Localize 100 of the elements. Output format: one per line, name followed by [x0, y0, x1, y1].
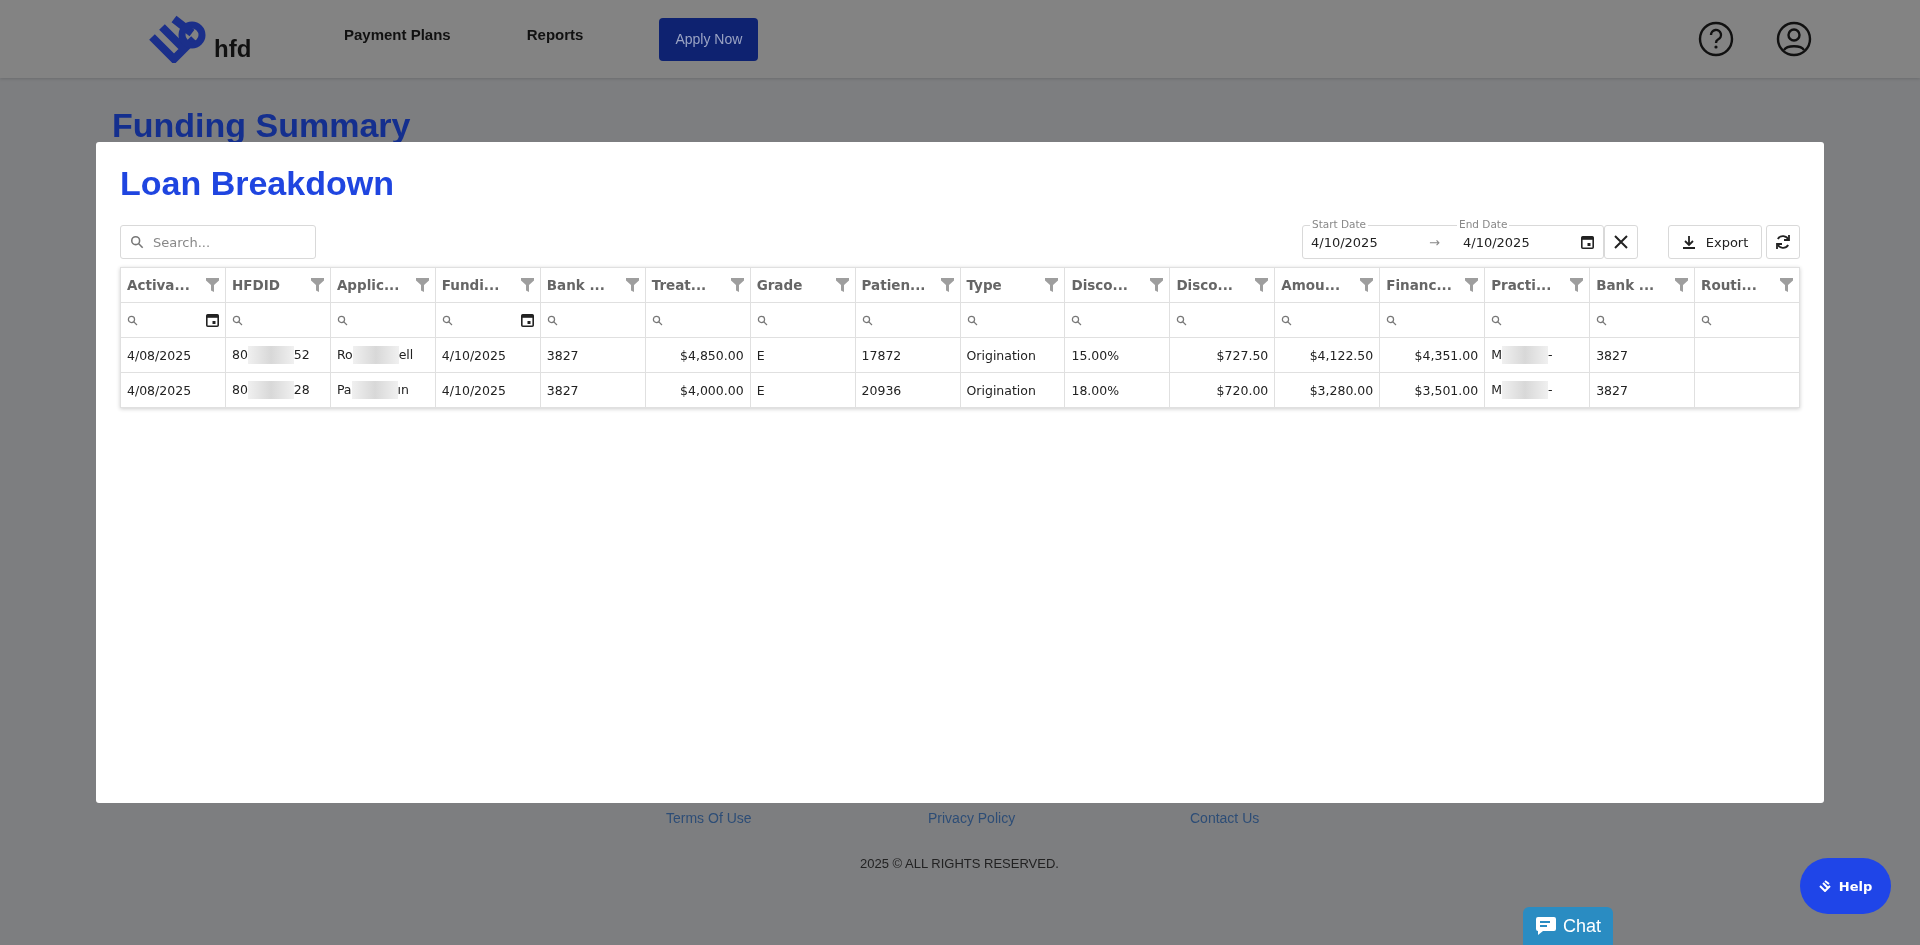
calendar-icon[interactable] [1581, 235, 1594, 249]
filter-cell[interactable] [225, 302, 331, 338]
column-header[interactable]: Amou... [1274, 267, 1380, 303]
table-cell: 4/08/2025 [120, 337, 226, 373]
column-header[interactable]: Bank ... [1589, 267, 1695, 303]
filter-icon[interactable] [940, 278, 954, 292]
filter-cell[interactable] [960, 302, 1065, 338]
filter-cell[interactable] [1694, 302, 1800, 338]
column-header[interactable]: Financ... [1379, 267, 1485, 303]
end-date-value: 4/10/2025 [1463, 234, 1531, 250]
filter-icon[interactable] [1465, 278, 1479, 292]
filter-search-icon [1701, 314, 1713, 326]
column-header[interactable]: Disco... [1064, 267, 1170, 303]
table-cell: Origination [960, 337, 1065, 373]
filter-icon[interactable] [1360, 278, 1374, 292]
filter-search-icon [1386, 314, 1398, 326]
column-header[interactable]: Practi... [1484, 267, 1590, 303]
refresh-button[interactable] [1766, 225, 1800, 259]
filter-icon[interactable] [835, 278, 849, 292]
filter-cell[interactable] [645, 302, 751, 338]
filter-icon[interactable] [730, 278, 744, 292]
download-icon [1681, 235, 1696, 249]
filter-cell[interactable] [750, 302, 856, 338]
filter-icon[interactable] [1150, 278, 1164, 292]
filter-cell[interactable] [1589, 302, 1695, 338]
column-header[interactable]: Bank ... [540, 267, 646, 303]
column-header[interactable]: Type [960, 267, 1065, 303]
nav-link[interactable]: Reports [526, 25, 584, 43]
column-header[interactable]: Activa... [120, 267, 226, 303]
filter-cell[interactable] [540, 302, 646, 338]
filter-cell[interactable] [1064, 302, 1170, 338]
filter-cell[interactable] [120, 302, 226, 338]
calendar-icon[interactable] [205, 313, 219, 327]
table-cell: M - [1484, 337, 1590, 373]
table-cell: 4/08/2025 [120, 372, 226, 408]
calendar-icon[interactable] [520, 313, 534, 327]
filter-icon[interactable] [1045, 278, 1059, 292]
column-header[interactable]: Applic... [330, 267, 436, 303]
refresh-icon [1775, 234, 1791, 250]
filter-search-icon [441, 314, 453, 326]
filter-search-icon [651, 314, 663, 326]
clear-button[interactable] [1604, 225, 1638, 259]
start-date-value: 4/10/2025 [1311, 234, 1379, 250]
user-icon[interactable] [1776, 21, 1812, 57]
nav-link[interactable]: Payment Plans [344, 25, 451, 43]
table-cell: 4/10/2025 [435, 337, 541, 373]
chat-button[interactable]: Chat [1523, 907, 1613, 945]
table-cell: $4,122.50 [1274, 337, 1380, 373]
filter-search-icon [966, 314, 978, 326]
column-header[interactable]: Patien... [855, 267, 960, 303]
table-cell: $727.50 [1169, 337, 1275, 373]
filter-cell[interactable] [855, 302, 960, 338]
arrow-text: → [1429, 234, 1441, 250]
search-field[interactable]: Search... [120, 225, 316, 259]
table-cell: $4,351.00 [1379, 337, 1485, 373]
column-header[interactable]: Disco... [1169, 267, 1275, 303]
help-icon[interactable] [1698, 21, 1734, 57]
filter-cell[interactable] [1484, 302, 1590, 338]
copyright-text: 2025 © ALL RIGHTS RESERVED. [860, 856, 1060, 871]
end-date-label: End Date [1457, 218, 1510, 231]
logo-text[interactable]: hfd [214, 35, 252, 63]
filter-icon[interactable] [205, 278, 219, 292]
filter-icon[interactable] [415, 278, 429, 292]
filter-cell[interactable] [1169, 302, 1275, 338]
logo-icon [1818, 880, 1833, 892]
filter-search-icon [1281, 314, 1293, 326]
page-title: Funding Summary [112, 106, 412, 142]
column-header[interactable]: Fundi... [435, 267, 541, 303]
filter-icon[interactable] [310, 278, 324, 292]
filter-icon[interactable] [520, 278, 534, 292]
table-cell: 20936 [855, 372, 960, 408]
filter-search-icon [127, 314, 138, 326]
table-cell: Pa ın [330, 372, 436, 408]
table-cell: 80 52 [225, 337, 331, 373]
apply-now-button[interactable]: Apply Now [659, 17, 759, 61]
filter-icon[interactable] [1255, 278, 1269, 292]
filter-search-icon [546, 314, 558, 326]
filter-search-icon [336, 314, 348, 326]
table-cell: E [750, 337, 856, 373]
table-cell: $4,850.00 [645, 337, 751, 373]
filter-icon[interactable] [1675, 278, 1689, 292]
close-icon [1614, 235, 1628, 249]
column-header[interactable]: HFDID [225, 267, 331, 303]
column-header[interactable]: Routi... [1694, 267, 1800, 303]
filter-icon[interactable] [1780, 278, 1793, 292]
filter-cell[interactable] [435, 302, 541, 338]
export-button[interactable]: Export [1668, 225, 1762, 259]
filter-search-icon [1491, 314, 1503, 326]
filter-cell[interactable] [1274, 302, 1380, 338]
column-header[interactable]: Grade [750, 267, 856, 303]
table-cell: $3,501.00 [1379, 372, 1485, 408]
filter-icon[interactable] [625, 278, 639, 292]
filter-cell[interactable] [1379, 302, 1485, 338]
chat-bubble-icon [1535, 915, 1557, 937]
filter-search-icon [861, 314, 873, 326]
column-header[interactable]: Treat... [645, 267, 751, 303]
filter-icon[interactable] [1570, 278, 1584, 292]
help-button[interactable]: Help [1800, 858, 1891, 914]
table-cell: Origination [960, 372, 1065, 408]
filter-cell[interactable] [330, 302, 436, 338]
